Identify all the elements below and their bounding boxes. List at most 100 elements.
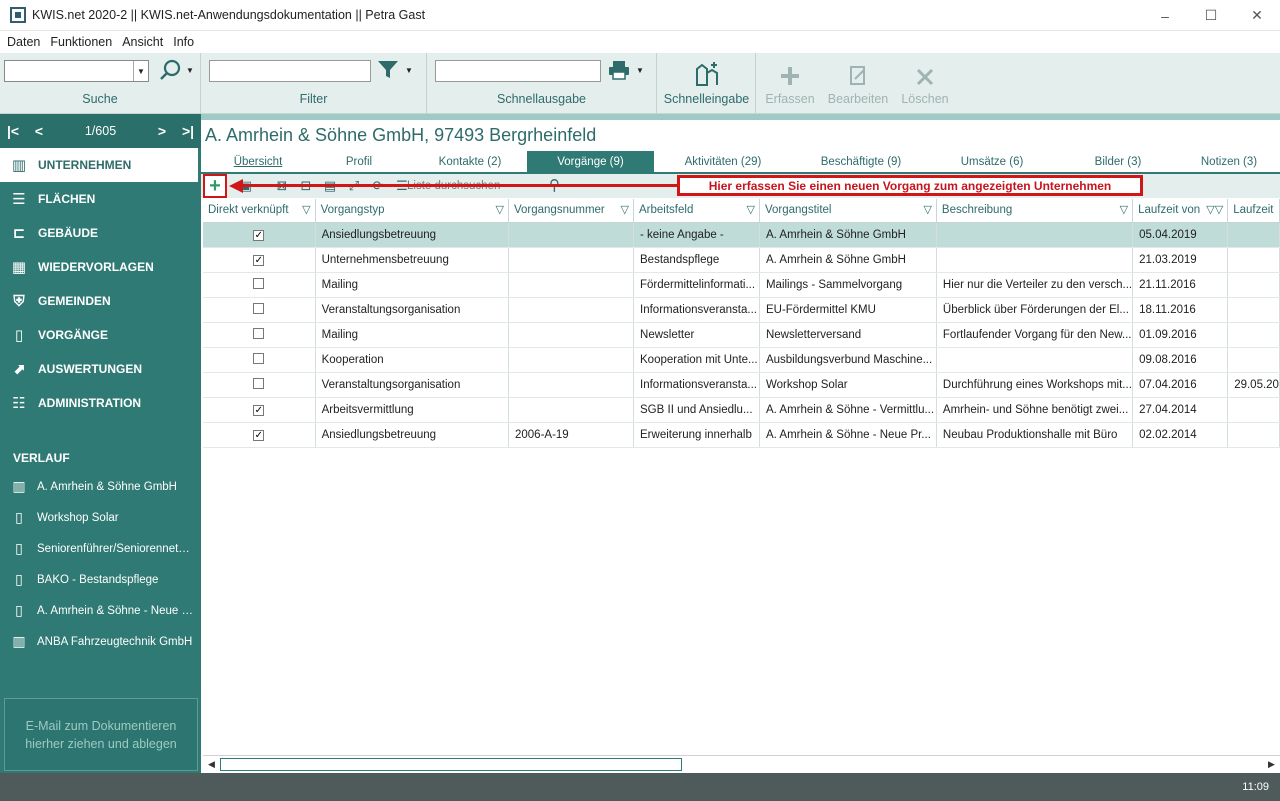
filter-button[interactable]: ▼ — [377, 60, 413, 80]
table-row[interactable]: Mailing Newsletter Newsletterversand Fortla… — [203, 322, 1280, 348]
table-row[interactable]: Veranstaltungsorganisation Informationsve… — [203, 297, 1280, 323]
minimize-button[interactable]: – — [1142, 0, 1188, 31]
first-record-icon[interactable]: |< — [0, 123, 26, 139]
tab-bilder[interactable]: Bilder (3) — [1057, 151, 1179, 172]
filter-icon[interactable]: ▽ — [923, 203, 931, 216]
direkt-verknuepft-checkbox[interactable] — [253, 302, 265, 314]
column-header[interactable]: Vorgangstyp ▽ — [315, 199, 509, 223]
laufzeit-von-cell[interactable]: 21.03.2019 — [1132, 247, 1229, 273]
laufzeit-bis-cell[interactable] — [1227, 397, 1280, 423]
laufzeit-bis-cell[interactable] — [1227, 272, 1280, 298]
nav-wiedervorlagen[interactable]: ▦ WIEDERVORLAGEN — [0, 250, 201, 284]
vorgangstitel-cell[interactable]: A. Amrhein & Söhne - Vermittlu... — [759, 397, 937, 423]
tab-beschaeftigte[interactable]: Beschäftigte (9) — [793, 151, 929, 172]
schnelleingabe-button[interactable]: Schnelleingabe — [658, 53, 756, 114]
checkbox-cell[interactable]: ✓ — [203, 247, 316, 273]
direkt-verknuepft-checkbox[interactable]: ✓ — [253, 404, 265, 416]
menu-ansicht[interactable]: Ansicht — [122, 35, 163, 49]
vorgangsnummer-cell[interactable] — [508, 272, 635, 298]
column-header[interactable]: Vorgangstitel ▽ — [759, 199, 937, 223]
laufzeit-von-cell[interactable]: 27.04.2014 — [1132, 397, 1229, 423]
arbeitsfeld-cell[interactable]: Kooperation mit Unte... — [633, 347, 760, 373]
table-row[interactable]: ✓ Ansiedlungsbetreuung 2006-A-19 Erweiterun… — [203, 422, 1280, 448]
tab-profil[interactable]: Profil — [309, 151, 409, 172]
last-record-icon[interactable]: >| — [175, 123, 201, 139]
laufzeit-von-cell[interactable]: 21.11.2016 — [1132, 272, 1229, 298]
laufzeit-von-cell[interactable]: 05.04.2019 — [1132, 222, 1229, 248]
checkbox-cell[interactable] — [203, 272, 316, 298]
beschreibung-cell[interactable]: Hier nur die Verteiler zu den versch... — [936, 272, 1134, 298]
filter-icon[interactable]: ▽ — [302, 203, 310, 216]
checkbox-cell[interactable] — [203, 322, 316, 348]
laufzeit-bis-cell[interactable] — [1227, 297, 1280, 323]
beschreibung-cell[interactable] — [936, 347, 1134, 373]
vorgangstyp-cell[interactable]: Veranstaltungsorganisation — [315, 372, 509, 398]
column-header[interactable]: Arbeitsfeld ▽ — [633, 199, 760, 223]
beschreibung-cell[interactable]: Fortlaufender Vorgang für den New... — [936, 322, 1134, 348]
previous-record-icon[interactable]: < — [26, 123, 52, 139]
table-row[interactable]: Kooperation Kooperation mit Unte... Ausbil… — [203, 347, 1280, 373]
laufzeit-bis-cell[interactable] — [1227, 422, 1280, 448]
laufzeit-bis-cell[interactable] — [1227, 222, 1280, 248]
vorgangsnummer-cell[interactable] — [508, 347, 635, 373]
direkt-verknuepft-checkbox[interactable] — [253, 277, 265, 289]
column-header[interactable]: Beschreibung ▽ — [936, 199, 1134, 223]
column-header[interactable]: Vorgangsnummer ▽ — [508, 199, 635, 223]
vorgangsnummer-cell[interactable]: 2006-A-19 — [508, 422, 635, 448]
history-item[interactable]: ▯ A. Amrhein & Söhne - Neue Pr... — [0, 595, 201, 626]
menu-info[interactable]: Info — [173, 35, 194, 49]
vorgangstitel-cell[interactable]: Workshop Solar — [759, 372, 937, 398]
checkbox-cell[interactable]: ✓ — [203, 222, 316, 248]
vorgangstitel-cell[interactable]: A. Amrhein & Söhne GmbH — [759, 247, 937, 273]
arbeitsfeld-cell[interactable]: Informationsveransta... — [633, 297, 760, 323]
beschreibung-cell[interactable] — [936, 222, 1134, 248]
print-button[interactable]: ▼ — [608, 60, 644, 80]
laufzeit-bis-cell[interactable] — [1227, 247, 1280, 273]
filter-icon[interactable]: ▽ — [1120, 203, 1128, 216]
vorgangstyp-cell[interactable]: Arbeitsvermittlung — [315, 397, 509, 423]
menu-daten[interactable]: Daten — [7, 35, 40, 49]
laufzeit-von-cell[interactable]: 09.08.2016 — [1132, 347, 1229, 373]
erfassen-button[interactable]: Erfassen — [760, 53, 820, 114]
close-button[interactable]: ✕ — [1234, 0, 1280, 31]
scroll-right-icon[interactable]: ▶ — [1263, 756, 1280, 773]
filter-input[interactable] — [209, 60, 371, 82]
laufzeit-von-cell[interactable]: 02.02.2014 — [1132, 422, 1229, 448]
sort-filter-icon[interactable]: ▽▽ — [1206, 203, 1223, 216]
column-header[interactable]: Direkt verknüpft ▽ — [203, 199, 316, 223]
vorgangstyp-cell[interactable]: Ansiedlungsbetreuung — [315, 222, 509, 248]
direkt-verknuepft-checkbox[interactable]: ✓ — [253, 229, 265, 241]
vorgangsnummer-cell[interactable] — [508, 397, 635, 423]
table-row[interactable]: Veranstaltungsorganisation Informationsve… — [203, 372, 1280, 398]
laufzeit-von-cell[interactable]: 01.09.2016 — [1132, 322, 1229, 348]
table-row[interactable]: ✓ Arbeitsvermittlung SGB II und Ansiedlu..… — [203, 397, 1280, 423]
direkt-verknuepft-checkbox[interactable]: ✓ — [253, 429, 265, 441]
nav-gemeinden[interactable]: ⛨ GEMEINDEN — [0, 284, 201, 318]
vorgangsnummer-cell[interactable] — [508, 297, 635, 323]
laufzeit-bis-cell[interactable] — [1227, 322, 1280, 348]
dropdown-arrow-icon[interactable]: ▼ — [133, 61, 148, 81]
vorgangstitel-cell[interactable]: Mailings - Sammelvorgang — [759, 272, 937, 298]
direkt-verknuepft-checkbox[interactable] — [253, 352, 265, 364]
direkt-verknuepft-checkbox[interactable]: ✓ — [253, 254, 265, 266]
history-item[interactable]: ▯ Seniorenführer/Seniorennetzw... — [0, 533, 201, 564]
horizontal-scrollbar[interactable]: ◀ ▶ — [203, 755, 1280, 772]
loeschen-button[interactable]: Löschen — [896, 53, 954, 114]
search-dropdown-icon[interactable]: ▼ — [186, 66, 194, 75]
print-dropdown-icon[interactable]: ▼ — [636, 66, 644, 75]
bearbeiten-button[interactable]: Bearbeiten — [824, 53, 892, 114]
nav-gebaeude[interactable]: ⊏ GEBÄUDE — [0, 216, 201, 250]
checkbox-cell[interactable]: ✓ — [203, 397, 316, 423]
table-row[interactable]: Mailing Fördermittelinformati... Mailings … — [203, 272, 1280, 298]
vorgangstyp-cell[interactable]: Mailing — [315, 322, 509, 348]
checkbox-cell[interactable]: ✓ — [203, 422, 316, 448]
laufzeit-von-cell[interactable]: 18.11.2016 — [1132, 297, 1229, 323]
next-record-icon[interactable]: > — [149, 123, 175, 139]
menu-funktionen[interactable]: Funktionen — [50, 35, 112, 49]
beschreibung-cell[interactable] — [936, 247, 1134, 273]
nav-administration[interactable]: ☷ ADMINISTRATION — [0, 386, 201, 420]
filter-icon[interactable]: ▽ — [621, 203, 629, 216]
vorgangstitel-cell[interactable]: A. Amrhein & Söhne GmbH — [759, 222, 937, 248]
history-item[interactable]: ▯ BÄKO - Bestandspflege — [0, 564, 201, 595]
checkbox-cell[interactable] — [203, 372, 316, 398]
